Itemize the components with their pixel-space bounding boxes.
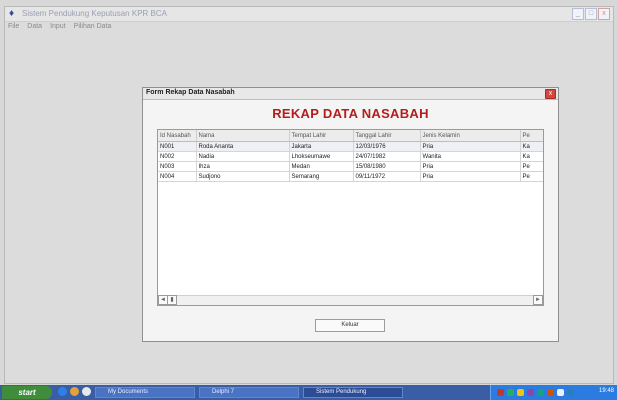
table-cell[interactable]: Jakarta <box>289 141 354 152</box>
table-cell[interactable]: Ka <box>520 151 543 162</box>
table-cell[interactable]: Ihza <box>196 161 290 172</box>
table-cell[interactable]: Nadia <box>196 151 290 162</box>
taskbar: start My Documents Delphi 7 Sistem Pendu… <box>0 385 617 400</box>
table-cell[interactable]: Sudjono <box>196 171 290 182</box>
table-cell[interactable]: Semarang <box>289 171 354 182</box>
table-row[interactable]: N002 Nadia Lhokseumawe 24/07/1982 Wanita… <box>158 151 543 162</box>
menu-input[interactable]: Input <box>50 23 66 30</box>
task-sistem[interactable]: Sistem Pendukung <box>303 387 403 398</box>
tray-network-icon[interactable] <box>507 389 514 396</box>
table-cell[interactable]: Pria <box>420 171 521 182</box>
system-tray: 19:48 <box>490 385 617 400</box>
tray-volume-icon[interactable] <box>557 389 564 396</box>
window-titlebar: ♦ Sistem Pendukung Keputusan KPR BCA _ □… <box>5 7 613 22</box>
dialog-title: Form Rekap Data Nasabah <box>146 89 235 96</box>
tray-app-icon[interactable] <box>547 389 554 396</box>
table-cell[interactable]: N003 <box>158 161 197 172</box>
table-cell[interactable]: Pria <box>420 161 521 172</box>
menu-bar: File Data Input Pilihan Data <box>8 23 111 30</box>
data-grid[interactable]: Id Nasabah Nama Tempat Lahir Tanggal Lah… <box>157 129 544 306</box>
scroll-thumb[interactable]: ▮ <box>167 295 177 305</box>
ie-icon[interactable] <box>58 387 67 396</box>
tray-shield-icon[interactable] <box>497 389 504 396</box>
rekap-dialog: Form Rekap Data Nasabah x REKAP DATA NAS… <box>142 87 559 342</box>
close-window-button[interactable]: x <box>598 8 610 20</box>
tray-app-icon[interactable] <box>567 389 574 396</box>
table-cell[interactable]: 09/11/1972 <box>353 171 421 182</box>
table-cell[interactable]: Ka <box>520 141 543 152</box>
table-cell[interactable]: Wanita <box>420 151 521 162</box>
app-logo-icon: ♦ <box>9 8 15 19</box>
table-cell[interactable]: Lhokseumawe <box>289 151 354 162</box>
table-cell[interactable]: Pe <box>520 161 543 172</box>
table-row[interactable]: N003 Ihza Medan 15/08/1980 Pria Pe <box>158 161 543 172</box>
column-header[interactable]: Tempat Lahir <box>289 130 354 142</box>
minimize-button[interactable]: _ <box>572 8 584 20</box>
column-header[interactable]: Jenis Kelamin <box>420 130 521 142</box>
column-header[interactable]: Nama <box>196 130 290 142</box>
table-header-row: Id Nasabah Nama Tempat Lahir Tanggal Lah… <box>158 130 543 142</box>
table-cell[interactable]: 15/08/1980 <box>353 161 421 172</box>
horizontal-scrollbar[interactable]: ◄ ▮ ► <box>158 295 543 305</box>
menu-data[interactable]: Data <box>27 23 42 30</box>
desktop-icon[interactable] <box>82 387 91 396</box>
dialog-titlebar[interactable]: Form Rekap Data Nasabah x <box>143 88 558 100</box>
scroll-right-icon[interactable]: ► <box>533 295 543 305</box>
column-header[interactable]: Id Nasabah <box>158 130 197 142</box>
start-button[interactable]: start <box>2 386 52 399</box>
table-cell[interactable]: Pe <box>520 171 543 182</box>
media-icon[interactable] <box>70 387 79 396</box>
table-cell[interactable]: N001 <box>158 141 197 152</box>
table-cell[interactable]: N002 <box>158 151 197 162</box>
menu-file[interactable]: File <box>8 23 19 30</box>
column-header[interactable]: Tanggal Lahir <box>353 130 421 142</box>
table-cell[interactable]: N004 <box>158 171 197 182</box>
clock: 19:48 <box>598 388 614 394</box>
dialog-close-button[interactable]: x <box>545 89 556 99</box>
table-cell[interactable]: Medan <box>289 161 354 172</box>
task-my-documents[interactable]: My Documents <box>95 387 195 398</box>
tray-app-icon[interactable] <box>527 389 534 396</box>
table-cell[interactable]: 24/07/1982 <box>353 151 421 162</box>
keluar-button[interactable]: Keluar <box>315 319 385 332</box>
page-title: REKAP DATA NASABAH <box>272 106 429 121</box>
table-row[interactable]: N004 Sudjono Semarang 09/11/1972 Pria Pe <box>158 171 543 182</box>
window-controls: _ □ x <box>572 8 610 20</box>
task-delphi[interactable]: Delphi 7 <box>199 387 299 398</box>
maximize-button[interactable]: □ <box>585 8 597 20</box>
tray-alert-icon[interactable] <box>517 389 524 396</box>
column-header[interactable]: Pe <box>520 130 543 142</box>
nasabah-table: Id Nasabah Nama Tempat Lahir Tanggal Lah… <box>158 130 543 182</box>
table-row[interactable]: N001 Roda Ananta Jakarta 12/03/1976 Pria… <box>158 141 543 152</box>
tray-app-icon[interactable] <box>537 389 544 396</box>
menu-pilihan-data[interactable]: Pilihan Data <box>74 23 112 30</box>
window-title: Sistem Pendukung Keputusan KPR BCA <box>22 9 167 18</box>
table-cell[interactable]: 12/03/1976 <box>353 141 421 152</box>
table-cell[interactable]: Roda Ananta <box>196 141 290 152</box>
table-cell[interactable]: Pria <box>420 141 521 152</box>
